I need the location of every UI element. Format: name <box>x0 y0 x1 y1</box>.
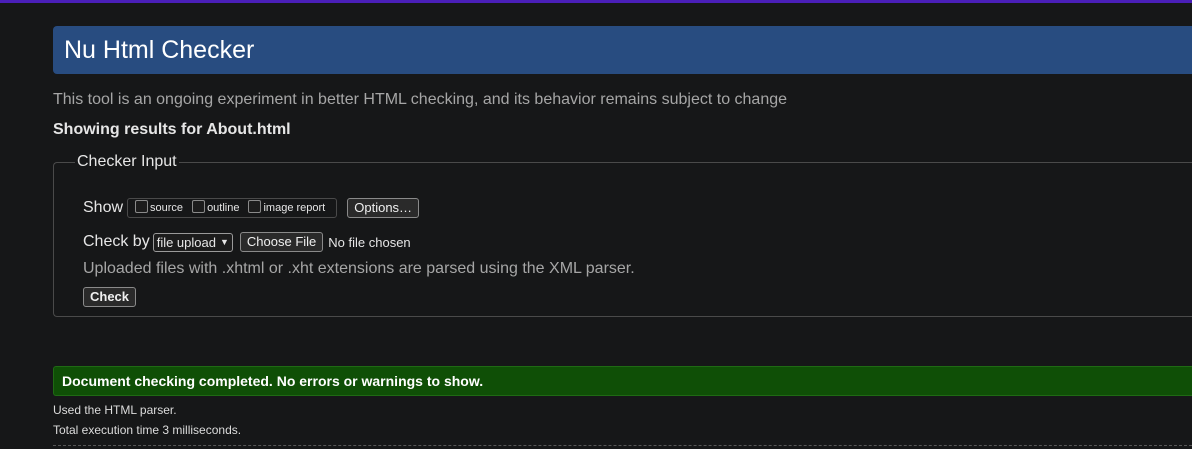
page-title: Nu Html Checker <box>64 35 255 64</box>
chevron-down-icon: ▼ <box>219 237 229 247</box>
title-bar: Nu Html Checker <box>53 26 1192 74</box>
showing-results-heading: Showing results for About.html <box>53 121 291 138</box>
choose-file-button[interactable]: Choose File <box>239 232 324 252</box>
top-accent-line <box>0 0 1192 3</box>
check-by-label: Check by <box>83 233 150 250</box>
check-button[interactable]: Check <box>83 287 137 307</box>
execution-time-info: Total execution time 3 milliseconds. <box>53 423 242 437</box>
image-report-checkbox[interactable] <box>248 199 262 213</box>
checker-input-fieldset: Checker Input Show source outline image … <box>53 153 1192 317</box>
options-button[interactable]: Options… <box>347 198 420 218</box>
xml-parser-note: Uploaded files with .xhtml or .xht exten… <box>83 260 635 277</box>
source-checkbox[interactable] <box>135 199 149 213</box>
source-checkbox-label[interactable]: source <box>150 202 183 214</box>
divider <box>53 445 1192 446</box>
show-options-row: Show source outline image report Options… <box>83 198 420 218</box>
outline-checkbox[interactable] <box>192 199 206 213</box>
file-status-text: No file chosen <box>328 234 411 250</box>
result-details: Used the HTML parser. Total execution ti… <box>53 403 241 443</box>
image-report-checkbox-label[interactable]: image report <box>263 202 325 214</box>
parser-info: Used the HTML parser. <box>53 403 177 417</box>
page-content: Nu Html Checker This tool is an ongoing … <box>53 26 1192 317</box>
checker-input-legend: Checker Input <box>77 153 177 170</box>
check-by-row: Check by file upload ▼ Choose File No fi… <box>83 232 411 252</box>
outline-checkbox-label[interactable]: outline <box>207 202 239 214</box>
intro-text: This tool is an ongoing experiment in be… <box>53 91 788 108</box>
check-by-selected-value: file upload <box>156 234 216 250</box>
show-options-group: source outline image report <box>127 198 338 218</box>
success-message: Document checking completed. No errors o… <box>53 366 1192 396</box>
check-by-select[interactable]: file upload ▼ <box>152 232 233 252</box>
show-label: Show <box>83 199 124 216</box>
